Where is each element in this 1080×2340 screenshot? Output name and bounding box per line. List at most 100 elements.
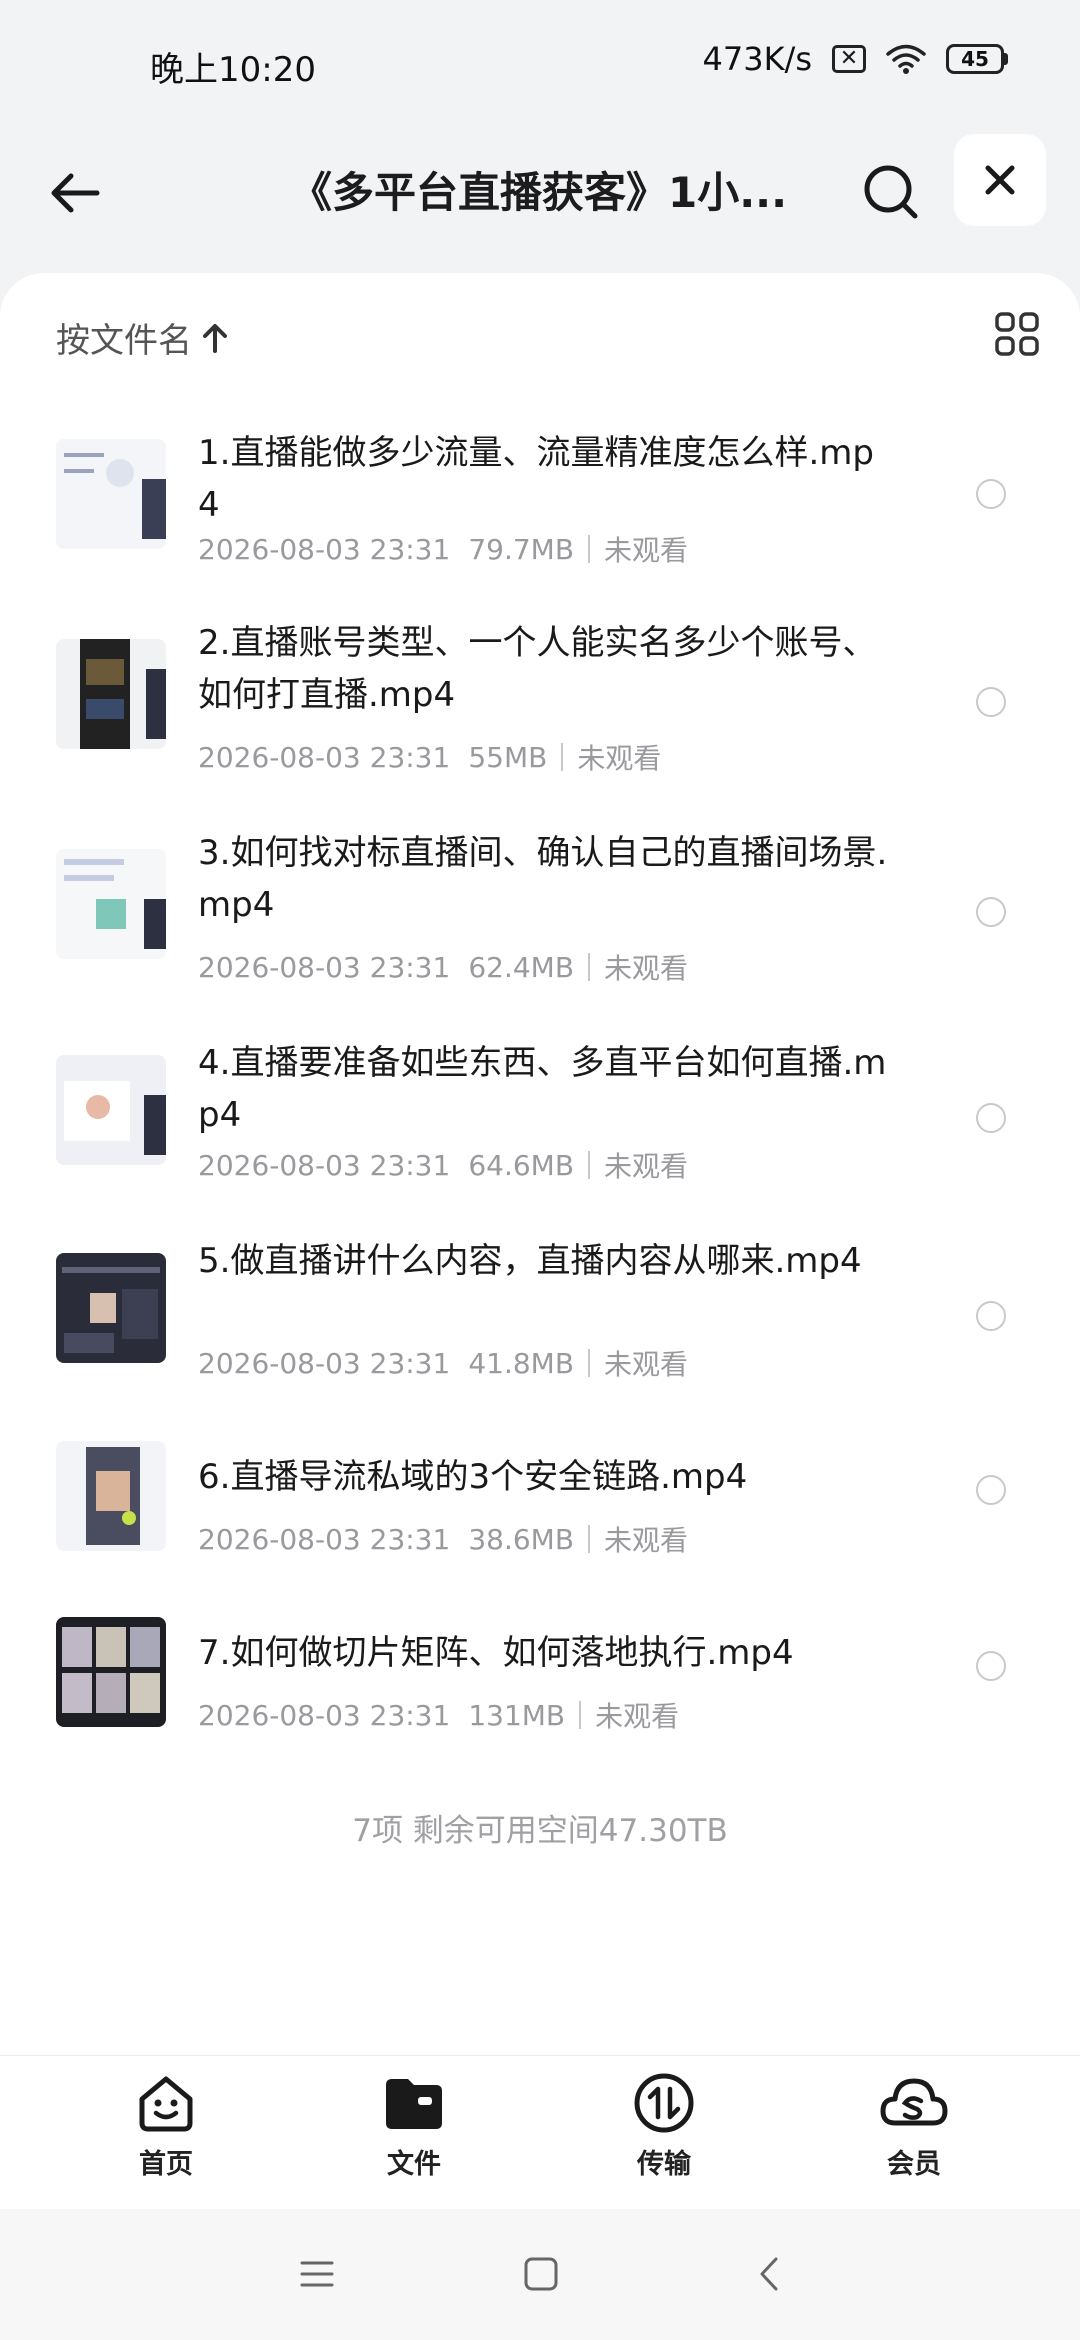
divider <box>588 953 591 981</box>
file-date: 2026-08-03 23:31 <box>198 740 451 774</box>
divider <box>588 1151 591 1179</box>
arrow-left-icon <box>51 173 100 213</box>
file-name: 4.直播要准备如些东西、多直平台如何直播.mp4 <box>198 1043 887 1135</box>
grid-view-icon <box>995 312 1039 356</box>
status-indicators: 473K/s ✕ 45 <box>702 40 1008 78</box>
divider <box>579 1701 582 1729</box>
file-date: 2026-08-03 23:31 <box>198 950 451 984</box>
close-button[interactable] <box>954 134 1046 226</box>
file-size: 64.6MB <box>468 1148 575 1182</box>
file-size: 62.4MB <box>468 950 575 984</box>
battery-icon: 45 <box>946 44 1008 74</box>
file-row[interactable]: 1.直播能做多少流量、流量精准度怎么样.mp4 2026-08-03 23:31… <box>0 423 1080 593</box>
select-radio[interactable] <box>976 1651 1006 1681</box>
video-thumbnail <box>56 1441 166 1551</box>
back-button[interactable] <box>40 158 110 228</box>
home-button[interactable] <box>516 2249 566 2299</box>
sim-x-icon: ✕ <box>832 45 866 73</box>
video-thumbnail <box>56 639 166 749</box>
file-size: 38.6MB <box>468 1522 575 1556</box>
status-bar: 晚上10:20 473K/s ✕ 45 <box>0 0 1080 128</box>
file-list-panel: 按文件名 1.直播能做多少流量、流量精准度怎么样.mp4 2026-08-03 … <box>0 273 1080 2055</box>
nav-home[interactable]: 首页 <box>86 2068 246 2181</box>
chevron-left-icon <box>760 2257 778 2291</box>
select-radio[interactable] <box>976 1103 1006 1133</box>
cloud-vip-icon <box>879 2068 949 2138</box>
nav-vip[interactable]: 会员 <box>834 2068 994 2181</box>
divider <box>561 743 564 771</box>
sort-button[interactable]: 按文件名 <box>56 313 228 362</box>
divider <box>588 1525 591 1553</box>
wifi-icon <box>886 43 926 75</box>
close-icon <box>985 165 1015 195</box>
file-size: 79.7MB <box>468 532 575 566</box>
divider <box>588 535 591 563</box>
file-date: 2026-08-03 23:31 <box>198 532 451 566</box>
watch-status: 未观看 <box>604 1524 689 1557</box>
transfer-icon <box>629 2068 699 2138</box>
nav-label: 传输 <box>637 2149 691 2180</box>
file-meta: 2026-08-03 23:31 41.8MB 未观看 <box>198 1343 688 1383</box>
top-app-bar: 《多平台直播获客》1小... <box>0 128 1080 268</box>
square-home-icon <box>524 2257 558 2291</box>
file-name: 5.做直播讲什么内容，直播内容从哪来.mp4 <box>198 1241 862 1281</box>
file-meta: 2026-08-03 23:31 62.4MB 未观看 <box>198 947 688 987</box>
nav-label: 文件 <box>387 2149 441 2180</box>
file-name: 6.直播导流私域的3个安全链路.mp4 <box>198 1457 748 1497</box>
video-thumbnail <box>56 1055 166 1165</box>
select-radio[interactable] <box>976 1475 1006 1505</box>
select-radio[interactable] <box>976 687 1006 717</box>
nav-label: 会员 <box>887 2149 941 2180</box>
select-radio[interactable] <box>976 897 1006 927</box>
file-size: 55MB <box>468 740 548 774</box>
storage-summary: 7项 剩余可用空间47.30TB <box>352 1813 728 1849</box>
system-back-button[interactable] <box>744 2249 794 2299</box>
video-thumbnail <box>56 1253 166 1363</box>
search-button[interactable] <box>852 153 930 231</box>
file-row[interactable]: 2.直播账号类型、一个人能实名多少个账号、如何打直播.mp4 2026-08-0… <box>0 623 1080 801</box>
video-thumbnail <box>56 1617 166 1727</box>
file-size: 131MB <box>468 1698 566 1732</box>
file-row[interactable]: 3.如何找对标直播间、确认自己的直播间场景.mp4 2026-08-03 23:… <box>0 833 1080 1011</box>
status-time: 晚上10:20 <box>150 50 316 90</box>
watch-status: 未观看 <box>595 1700 680 1733</box>
nav-transfer[interactable]: 传输 <box>584 2068 744 2181</box>
nav-files[interactable]: 文件 <box>334 2068 494 2181</box>
file-size: 41.8MB <box>468 1346 575 1380</box>
file-meta: 2026-08-03 23:31 79.7MB 未观看 <box>198 529 688 569</box>
file-date: 2026-08-03 23:31 <box>198 1346 451 1380</box>
file-meta: 2026-08-03 23:31 55MB 未观看 <box>198 737 661 777</box>
file-meta: 2026-08-03 23:31 64.6MB 未观看 <box>198 1145 688 1185</box>
file-date: 2026-08-03 23:31 <box>198 1148 451 1182</box>
file-row[interactable]: 7.如何做切片矩阵、如何落地执行.mp4 2026-08-03 23:31 13… <box>0 1613 1080 1773</box>
home-smile-icon <box>131 2068 201 2138</box>
arrow-up-icon <box>203 323 227 353</box>
watch-status: 未观看 <box>604 1348 689 1381</box>
select-radio[interactable] <box>976 479 1006 509</box>
network-speed: 473K/s <box>702 40 812 78</box>
system-navigation-bar <box>0 2209 1080 2340</box>
divider <box>588 1349 591 1377</box>
file-name: 7.如何做切片矩阵、如何落地执行.mp4 <box>198 1633 794 1673</box>
nav-label: 首页 <box>139 2149 193 2180</box>
folder-icon <box>379 2068 449 2138</box>
menu-icon <box>300 2261 334 2287</box>
battery-level: 45 <box>946 44 1004 74</box>
watch-status: 未观看 <box>604 534 689 567</box>
watch-status: 未观看 <box>577 742 662 775</box>
file-name: 3.如何找对标直播间、确认自己的直播间场景.mp4 <box>198 833 888 925</box>
file-meta: 2026-08-03 23:31 131MB 未观看 <box>198 1695 679 1735</box>
select-radio[interactable] <box>976 1301 1006 1331</box>
file-row[interactable]: 6.直播导流私域的3个安全链路.mp4 2026-08-03 23:31 38.… <box>0 1437 1080 1597</box>
file-row[interactable]: 4.直播要准备如些东西、多直平台如何直播.mp4 2026-08-03 23:3… <box>0 1043 1080 1221</box>
bottom-navigation: 首页 文件 传输 会员 <box>0 2055 1080 2210</box>
file-date: 2026-08-03 23:31 <box>198 1522 451 1556</box>
watch-status: 未观看 <box>604 1150 689 1183</box>
view-toggle-button[interactable] <box>994 311 1040 357</box>
file-row[interactable]: 5.做直播讲什么内容，直播内容从哪来.mp4 2026-08-03 23:31 … <box>0 1241 1080 1419</box>
file-meta: 2026-08-03 23:31 38.6MB 未观看 <box>198 1519 688 1559</box>
search-icon <box>864 165 918 219</box>
watch-status: 未观看 <box>604 952 689 985</box>
menu-button[interactable] <box>292 2249 342 2299</box>
file-date: 2026-08-03 23:31 <box>198 1698 451 1732</box>
